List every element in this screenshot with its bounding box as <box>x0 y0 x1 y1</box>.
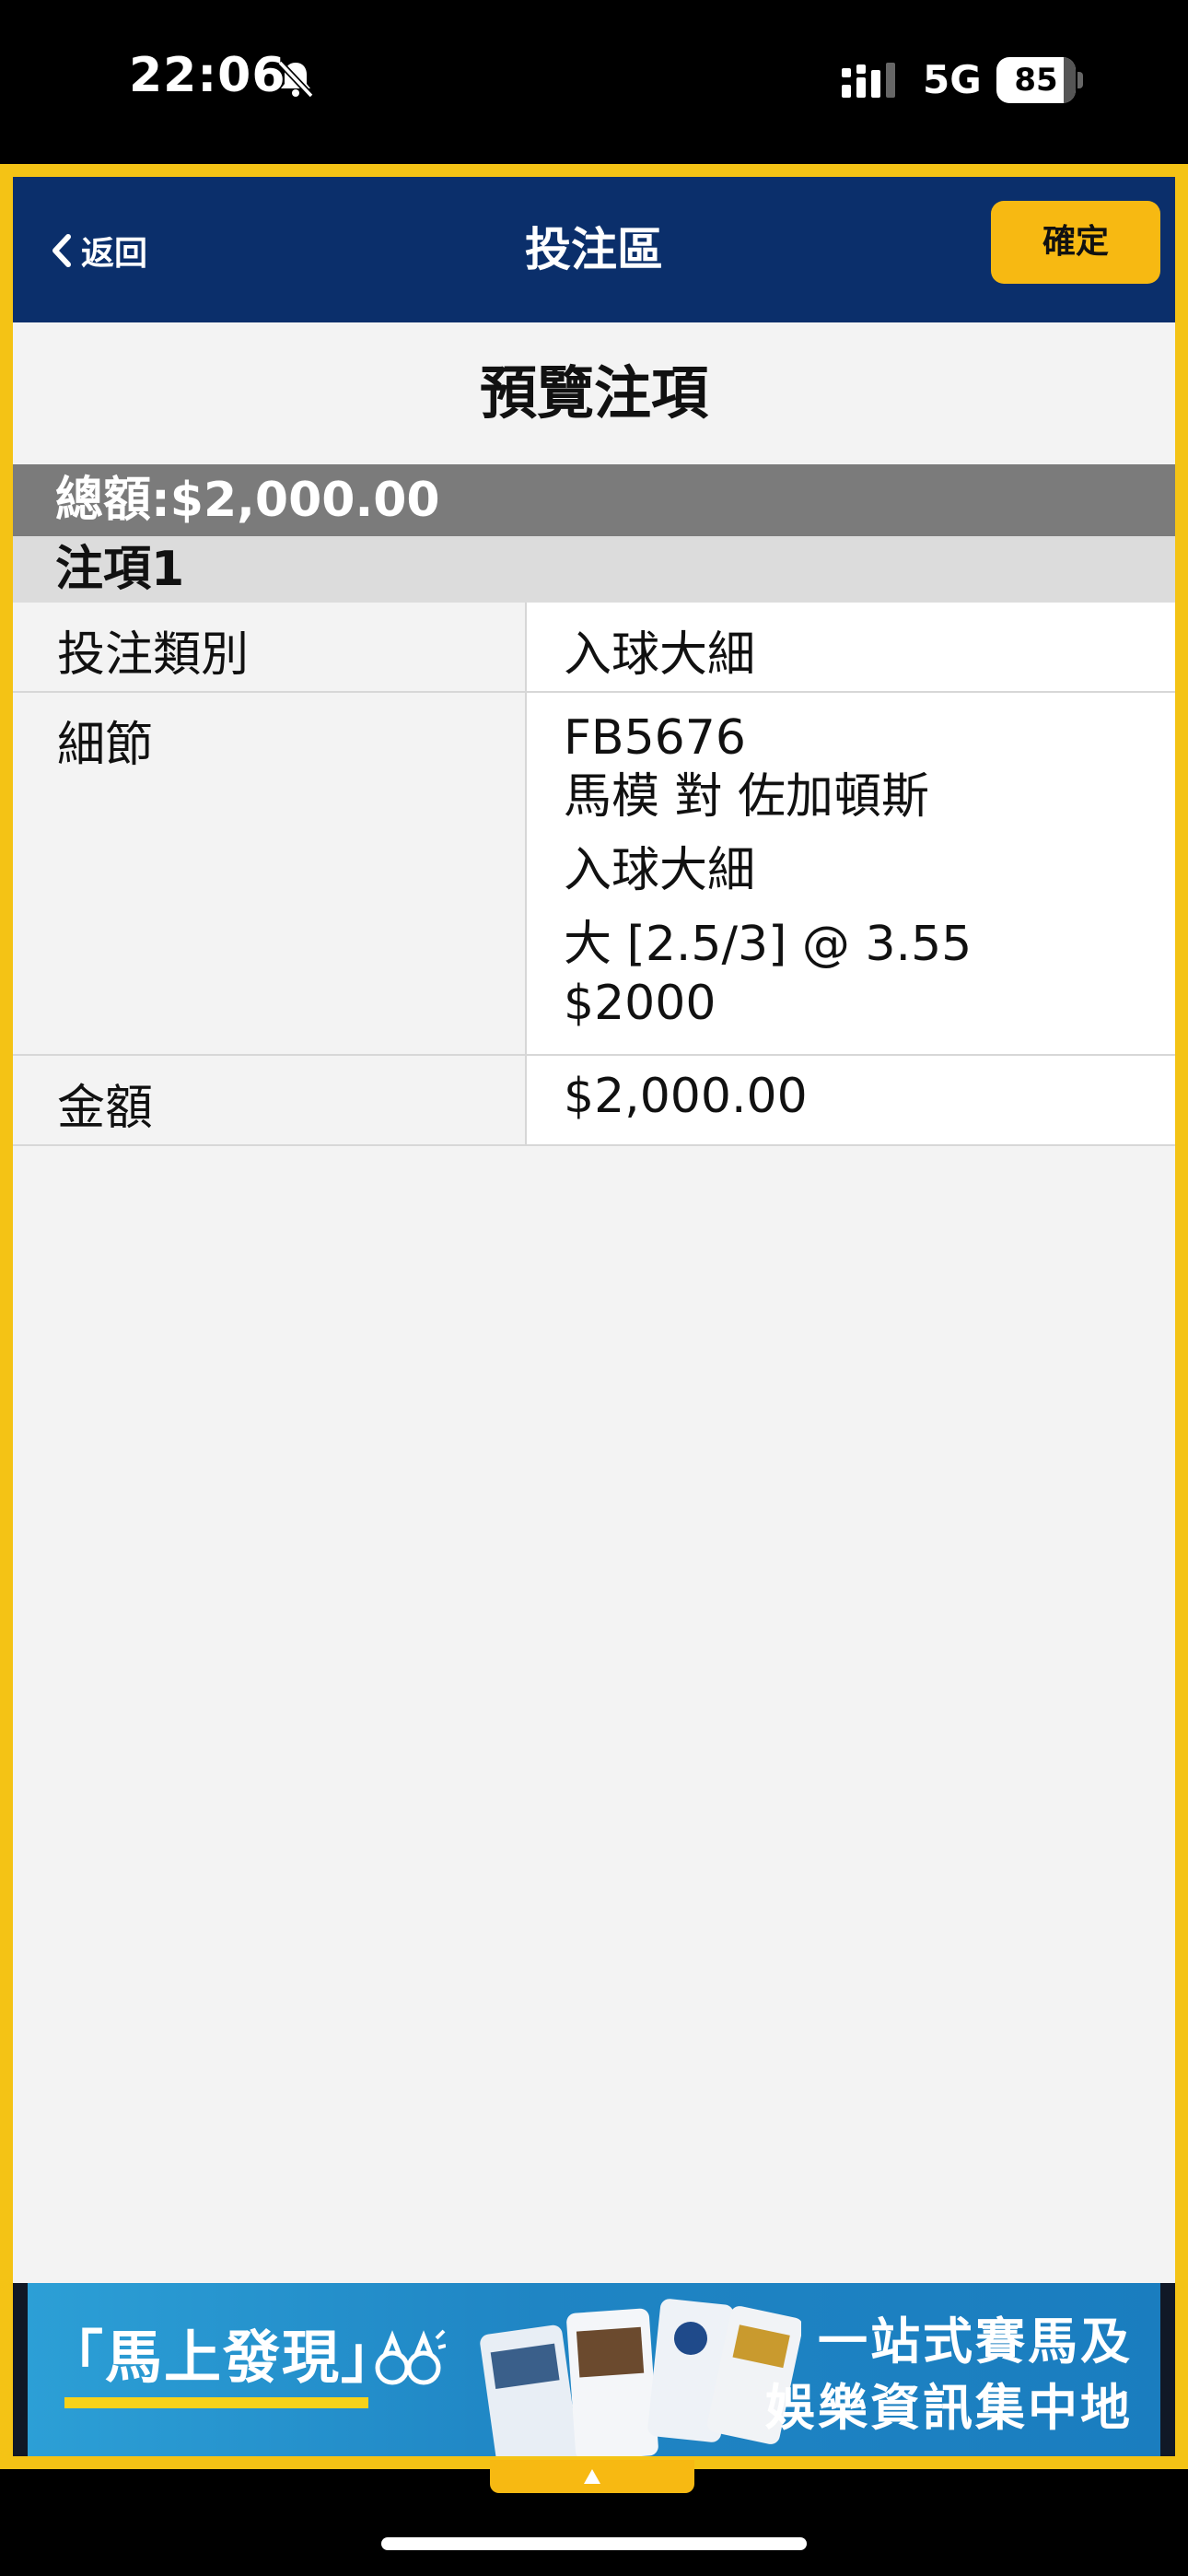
detail-line-pool: 入球大細 <box>564 843 756 898</box>
detail-line-teams: 馬模 對 佐加頓斯 <box>564 769 930 825</box>
bet-detail-label: 細節 <box>13 693 527 1054</box>
page-title: 預覽注項 <box>13 322 1175 464</box>
confirm-button[interactable]: 確定 <box>991 201 1160 284</box>
ad-tagline-line1: 一站式賽馬及 <box>818 2313 1133 2371</box>
ad-underline <box>64 2397 368 2408</box>
back-label: 返回 <box>81 235 148 273</box>
battery-level: 85 <box>1014 62 1058 99</box>
bet-amount-label: 金額 <box>13 1056 527 1144</box>
nav-bar: 返回 投注區 確定 <box>13 177 1175 322</box>
ad-content: 「馬上發現」 一站式賽馬及 娛樂資訊集中地 <box>28 2283 1160 2456</box>
ad-banner[interactable]: 「馬上發現」 一站式賽馬及 娛樂資訊集中地 <box>13 2283 1175 2456</box>
table-row: 細節 FB5676 馬模 對 佐加頓斯 入球大細 大 [2.5/3] @ 3.5… <box>13 693 1175 1056</box>
status-bar: 22:06 5G 85 <box>0 0 1188 164</box>
bet-type-label: 投注類別 <box>13 603 527 691</box>
arrow-up-icon <box>584 2469 600 2484</box>
status-time: 22:06 <box>129 48 286 103</box>
signal-icon <box>842 63 895 98</box>
ad-tagline-line2: 娛樂資訊集中地 <box>765 2379 1133 2437</box>
total-amount-bar: 總額:$2,000.00 <box>13 464 1175 536</box>
table-row: 金額 $2,000.00 <box>13 1056 1175 1146</box>
app-frame: 返回 投注區 確定 預覽注項 總額:$2,000.00 注項1 投注類別 入球大… <box>0 164 1188 2469</box>
bet-type-value: 入球大細 <box>527 603 1175 691</box>
ad-tagline: 一站式賽馬及 娛樂資訊集中地 <box>765 2309 1133 2441</box>
binoculars-icon <box>375 2329 446 2385</box>
bet-detail-table: 投注類別 入球大細 細節 FB5676 馬模 對 佐加頓斯 入球大細 大 [2.… <box>13 603 1175 1146</box>
battery-indicator: 85 <box>996 57 1083 103</box>
ad-headline: 「馬上發現」 <box>46 2324 401 2391</box>
home-indicator[interactable] <box>381 2537 807 2550</box>
chevron-left-icon <box>52 234 71 267</box>
empty-content-area <box>13 1148 1175 2219</box>
network-type: 5G <box>923 57 982 102</box>
table-row: 投注類別 入球大細 <box>13 603 1175 693</box>
back-button[interactable]: 返回 <box>50 214 147 287</box>
bet-detail-value: FB5676 馬模 對 佐加頓斯 入球大細 大 [2.5/3] @ 3.55 $… <box>527 693 1175 1054</box>
ad-phone-screens-image <box>480 2299 801 2456</box>
detail-line-stake: $2000 <box>564 976 716 1031</box>
detail-line-match-code: FB5676 <box>564 710 746 766</box>
drawer-toggle-button[interactable] <box>490 2460 694 2493</box>
bet-item-header: 注項1 <box>13 536 1175 603</box>
detail-line-selection: 大 [2.5/3] @ 3.55 <box>564 917 973 972</box>
bet-amount-value: $2,000.00 <box>527 1056 1175 1144</box>
bell-muted-icon <box>277 60 314 99</box>
